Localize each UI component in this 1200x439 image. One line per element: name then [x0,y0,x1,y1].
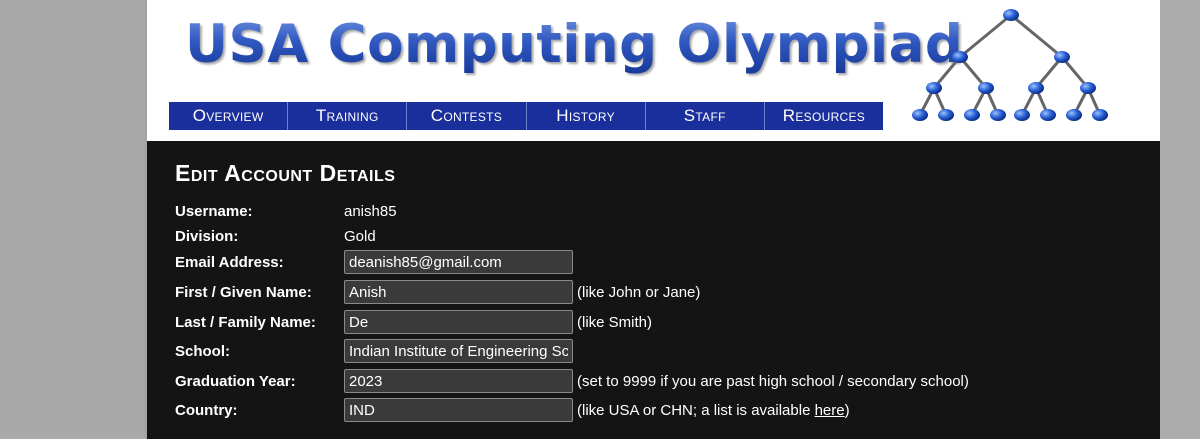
email-field[interactable] [344,250,573,274]
division-value: Gold [344,228,376,245]
page-margin-right [1160,0,1200,439]
last-name-hint: (like Smith) [577,314,653,331]
school-row: School: [175,339,1075,367]
first-name-label: First / Given Name: [175,284,312,301]
first-name-field[interactable] [344,280,573,304]
site-logo-text[interactable]: USA Computing Olympiad [185,14,963,75]
graduation-year-label: Graduation Year: [175,373,296,390]
main-nav: Overview Training Contests History Staff… [169,102,883,130]
country-hint: (like USA or CHN; a list is available he… [577,402,850,419]
school-label: School: [175,343,230,360]
nav-history[interactable]: History [527,102,646,130]
username-row: Username: anish85 [175,203,1075,227]
division-row: Division: Gold [175,228,1075,252]
page-title: Edit Account Details [175,160,396,186]
email-label: Email Address: [175,254,284,271]
account-form: Edit Account Details Username: anish85 D… [175,160,969,422]
last-name-label: Last / Family Name: [175,314,316,331]
nav-training[interactable]: Training [288,102,408,130]
binary-tree-icon [912,9,1108,121]
nav-staff[interactable]: Staff [646,102,765,130]
country-hint-close: ) [844,402,850,419]
username-value: anish85 [344,203,397,220]
nav-overview[interactable]: Overview [169,102,289,130]
graduation-year-field[interactable] [344,369,573,393]
last-name-field[interactable] [344,310,573,334]
last-name-row: Last / Family Name: (like Smith) [175,310,1075,338]
division-label: Division: [175,228,239,245]
first-name-row: First / Given Name: (like John or Jane) [175,280,1075,308]
graduation-year-hint: (set to 9999 if you are past high school… [577,373,969,390]
nav-resources[interactable]: Resources [765,102,883,130]
site-header: USA Computing Olympiad Overview Training… [147,0,1160,141]
country-label: Country: [175,402,238,419]
first-name-hint: (like John or Jane) [577,284,701,301]
country-hint-text: (like USA or CHN; a list is available [577,402,815,419]
school-field[interactable] [344,339,573,363]
country-field[interactable] [344,398,573,422]
graduation-year-row: Graduation Year: (set to 9999 if you are… [175,369,1075,397]
email-row: Email Address: [175,250,1075,278]
page-container: USA Computing Olympiad Overview Training… [147,0,1160,439]
country-row: Country: (like USA or CHN; a list is ava… [175,398,1075,426]
username-label: Username: [175,203,253,220]
country-list-link[interactable]: here [815,402,845,419]
nav-contests[interactable]: Contests [407,102,527,130]
